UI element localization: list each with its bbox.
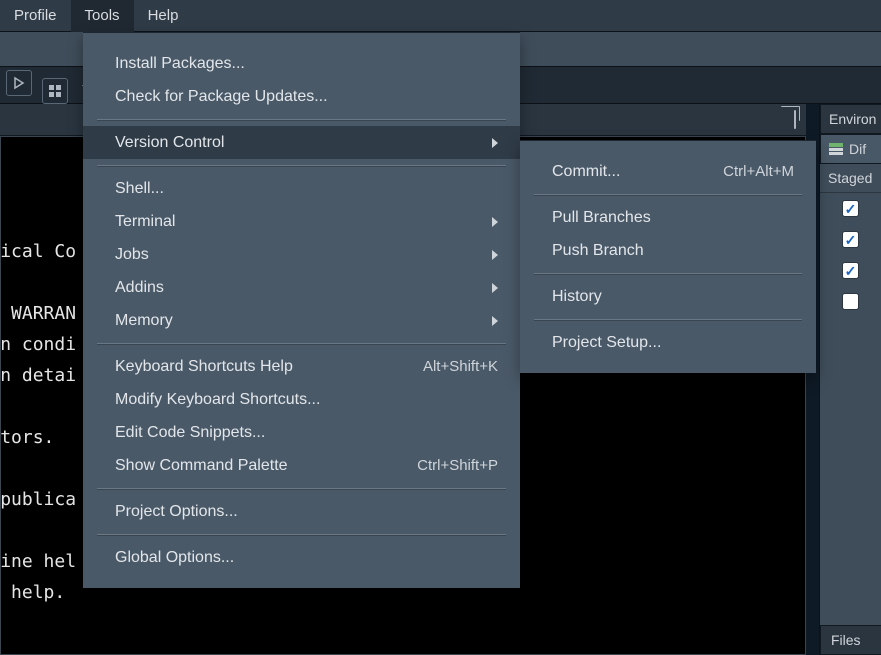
menu-separator: [534, 273, 802, 274]
menu-keyboard-shortcuts-help[interactable]: Keyboard Shortcuts HelpAlt+Shift+K: [83, 350, 520, 383]
console-line: help.: [0, 582, 65, 603]
menu-item-label: Show Command Palette: [115, 457, 417, 475]
menu-tools-label: Tools: [85, 7, 120, 24]
menu-item-label: Addins: [115, 279, 492, 297]
menu-item-label: Check for Package Updates...: [115, 88, 498, 106]
staged-row: [820, 193, 881, 224]
menu-terminal[interactable]: Terminal: [83, 205, 520, 238]
menu-item-label: Install Packages...: [115, 55, 498, 73]
staged-checkbox[interactable]: [842, 262, 859, 279]
menu-accelerator: Alt+Shift+K: [423, 358, 498, 375]
menu-vc-push[interactable]: Push Branch: [520, 234, 816, 267]
menu-shell[interactable]: Shell...: [83, 172, 520, 205]
menu-separator: [97, 165, 506, 166]
tab-environment[interactable]: Environ: [820, 104, 881, 134]
menu-help[interactable]: Help: [134, 0, 193, 32]
menu-item-label: History: [552, 288, 794, 306]
menu-global-options[interactable]: Global Options...: [83, 541, 520, 574]
console-line: n detai: [0, 365, 76, 386]
table-icon: [829, 143, 843, 155]
menu-edit-code-snippets[interactable]: Edit Code Snippets...: [83, 416, 520, 449]
console-line: n condi: [0, 334, 76, 355]
menu-check-updates[interactable]: Check for Package Updates...: [83, 80, 520, 113]
tab-environment-label: Environ: [829, 111, 876, 127]
menu-tools[interactable]: Tools: [71, 0, 134, 32]
submenu-arrow-icon: [492, 138, 498, 148]
menu-item-label: Keyboard Shortcuts Help: [115, 358, 423, 376]
menu-vc-commit[interactable]: Commit...Ctrl+Alt+M: [520, 155, 816, 188]
menu-vc-pull[interactable]: Pull Branches: [520, 201, 816, 234]
menu-version-control[interactable]: Version Control: [83, 126, 520, 159]
menu-help-label: Help: [148, 7, 179, 24]
staged-row: [820, 224, 881, 255]
menu-vc-history[interactable]: History: [520, 280, 816, 313]
menu-item-label: Pull Branches: [552, 209, 794, 227]
menu-item-label: Edit Code Snippets...: [115, 424, 498, 442]
tools-menu: Install Packages... Check for Package Up…: [83, 32, 520, 588]
console-line: tors.: [0, 427, 54, 448]
menu-item-label: Global Options...: [115, 549, 498, 567]
menu-vc-project-setup[interactable]: Project Setup...: [520, 326, 816, 359]
menu-separator: [97, 534, 506, 535]
menu-item-label: Commit...: [552, 163, 723, 181]
menu-item-label: Push Branch: [552, 242, 794, 260]
tab-diff-label: Dif: [849, 141, 866, 157]
submenu-arrow-icon: [492, 283, 498, 293]
staged-checkbox[interactable]: [842, 200, 859, 217]
submenu-arrow-icon: [492, 217, 498, 227]
menu-memory[interactable]: Memory: [83, 304, 520, 337]
menu-item-label: Jobs: [115, 246, 492, 264]
right-panel: Environ Dif Staged Files: [819, 104, 881, 655]
tab-files-label: Files: [831, 632, 861, 648]
menu-item-label: Project Options...: [115, 503, 498, 521]
console-rule: -------: [0, 644, 76, 655]
menu-item-label: Modify Keyboard Shortcuts...: [115, 391, 498, 409]
menu-modify-keyboard-shortcuts[interactable]: Modify Keyboard Shortcuts...: [83, 383, 520, 416]
menu-addins[interactable]: Addins: [83, 271, 520, 304]
menu-item-label: Terminal: [115, 213, 492, 231]
menu-item-label: Project Setup...: [552, 334, 794, 352]
console-line: ine hel: [0, 551, 76, 572]
maximize-pane-icon[interactable]: [794, 111, 796, 128]
source-navigation-icon[interactable]: [6, 70, 32, 96]
staged-checkbox[interactable]: [842, 293, 859, 310]
menu-accelerator: Ctrl+Shift+P: [417, 457, 498, 474]
console-line: publica: [0, 489, 76, 510]
staged-checkbox[interactable]: [842, 231, 859, 248]
submenu-arrow-icon: [492, 250, 498, 260]
console-line: ical Co: [0, 241, 76, 262]
staged-row: [820, 286, 881, 317]
menu-install-packages[interactable]: Install Packages...: [83, 47, 520, 80]
menu-project-options[interactable]: Project Options...: [83, 495, 520, 528]
menu-item-label: Shell...: [115, 180, 498, 198]
menu-profile-label: Profile: [14, 7, 57, 24]
menu-separator: [97, 119, 506, 120]
menu-item-label: Version Control: [115, 134, 492, 152]
menu-separator: [534, 194, 802, 195]
version-control-submenu: Commit...Ctrl+Alt+M Pull Branches Push B…: [520, 140, 816, 373]
menu-separator: [534, 319, 802, 320]
layout-grid-icon[interactable]: [42, 78, 68, 104]
staged-row: [820, 255, 881, 286]
menu-profile[interactable]: Profile: [0, 0, 71, 32]
submenu-arrow-icon: [492, 316, 498, 326]
menu-accelerator: Ctrl+Alt+M: [723, 163, 794, 180]
tab-files[interactable]: Files: [820, 625, 881, 655]
console-line: WARRAN: [0, 303, 76, 324]
column-header-staged: Staged: [820, 164, 881, 193]
menu-separator: [97, 343, 506, 344]
menu-command-palette[interactable]: Show Command PaletteCtrl+Shift+P: [83, 449, 520, 482]
menu-separator: [97, 488, 506, 489]
tab-diff[interactable]: Dif: [820, 134, 881, 164]
menu-jobs[interactable]: Jobs: [83, 238, 520, 271]
menu-bar: Profile Tools Help: [0, 0, 881, 32]
menu-item-label: Memory: [115, 312, 492, 330]
column-header-staged-label: Staged: [828, 170, 872, 186]
